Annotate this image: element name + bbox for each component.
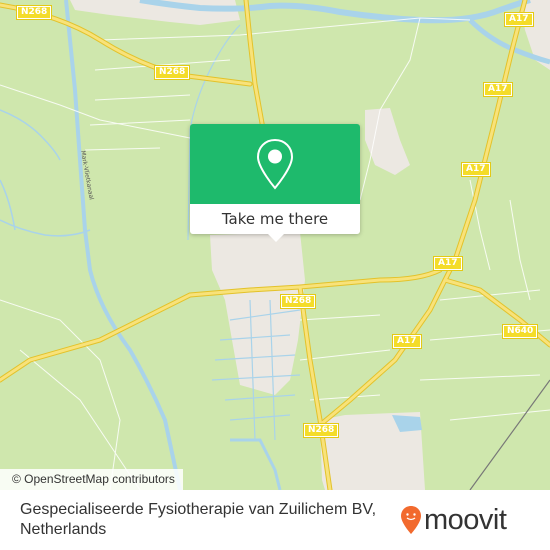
road-shield-a17: A17 xyxy=(392,334,422,349)
popup-pointer xyxy=(268,234,284,242)
road-shield-n640: N640 xyxy=(501,324,539,339)
urban-areas xyxy=(70,0,550,490)
place-name: Gespecialiseerde Fysiotherapie van Zuili… xyxy=(20,500,390,540)
place-name-line2: Netherlands xyxy=(20,521,107,538)
map-view[interactable]: N268 N268 A17 A17 A17 A17 N268 A17 N640 … xyxy=(0,0,550,490)
road-shield-n268: N268 xyxy=(279,294,317,309)
location-popup[interactable]: Take me there xyxy=(190,124,360,242)
take-me-there-button[interactable]: Take me there xyxy=(190,204,360,234)
map-pin-icon xyxy=(256,138,294,190)
road-shield-n268: N268 xyxy=(153,65,191,80)
moovit-logo[interactable]: moovit xyxy=(400,502,507,538)
footer: Gespecialiseerde Fysiotherapie van Zuili… xyxy=(0,490,550,550)
place-name-line1: Gespecialiseerde Fysiotherapie van Zuili… xyxy=(20,501,377,518)
map-canvas xyxy=(0,0,550,490)
road-shield-a17: A17 xyxy=(461,162,491,177)
moovit-pin-icon xyxy=(401,506,421,534)
road-shield-a17: A17 xyxy=(433,256,463,271)
map-attribution[interactable]: © OpenStreetMap contributors xyxy=(0,469,183,490)
road-shield-n268: N268 xyxy=(302,423,340,438)
road-shield-a17: A17 xyxy=(483,82,513,97)
railway xyxy=(469,379,550,490)
moovit-wordmark: moovit xyxy=(424,503,507,536)
road-shield-n268: N268 xyxy=(15,5,53,20)
road-shield-a17: A17 xyxy=(504,12,534,27)
popup-header[interactable] xyxy=(190,124,360,204)
